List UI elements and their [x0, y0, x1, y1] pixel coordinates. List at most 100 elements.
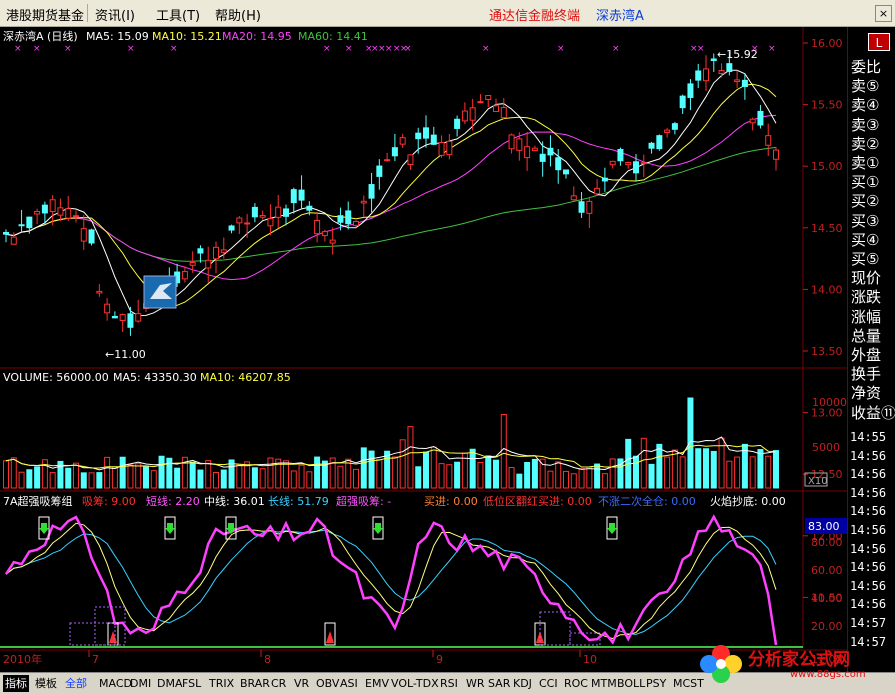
tab-dmi[interactable]: DMI	[128, 675, 153, 692]
volume-bar-down	[96, 472, 103, 489]
signal-x-mark: ×	[612, 44, 620, 54]
candle-up	[73, 215, 79, 218]
candle-up	[625, 162, 632, 166]
indicator-axis-tick: 80.00	[811, 536, 843, 549]
menu-info[interactable]: 资讯(I)	[95, 5, 135, 24]
volume-bar-down	[524, 461, 531, 489]
volume-bar-up	[734, 456, 741, 489]
signal-x-mark: ×	[345, 44, 353, 54]
tab-emv[interactable]: EMV	[363, 675, 391, 692]
date-tick-label: 9	[436, 653, 443, 666]
date-tick-label: 10	[583, 653, 597, 666]
volume-bar-up	[679, 456, 686, 489]
candle-up	[244, 222, 251, 225]
tab-trix[interactable]: TRIX	[207, 675, 236, 692]
candle-down	[741, 79, 748, 87]
volume-bar-up	[391, 456, 398, 489]
volume-bar-down	[143, 466, 149, 489]
candle-down	[578, 201, 585, 213]
volume-ma5-label: MA5: 43350.30	[113, 371, 197, 384]
indicator-axis-tick: 60.00	[811, 564, 843, 577]
volume-bar-up	[547, 470, 554, 489]
candle-down	[290, 189, 297, 204]
menu-hk-futures[interactable]: 港股期货基金	[6, 5, 84, 24]
volume-bar-down	[516, 473, 523, 489]
tab-kdj[interactable]: KDJ	[511, 675, 534, 692]
tab-指标[interactable]: 指标	[3, 675, 29, 692]
quote-row-label: 卖②	[851, 134, 880, 153]
menu-separator	[87, 4, 88, 22]
signal-x-mark: ×	[14, 44, 22, 54]
menu-tools[interactable]: 工具(T)	[156, 5, 200, 24]
tab-psy[interactable]: PSY	[644, 675, 668, 692]
volume-bar-down	[423, 451, 429, 489]
signal-x-mark: ×	[385, 44, 393, 54]
quote-row-label: 买①	[851, 173, 880, 192]
volume-bar-up	[446, 464, 453, 489]
volume-bar-up	[127, 464, 134, 489]
candle-down	[26, 216, 33, 229]
candle-up	[703, 68, 709, 82]
candle-down	[228, 225, 235, 231]
candle-down	[454, 118, 461, 129]
tab-asi[interactable]: ASI	[338, 675, 360, 692]
candle-up	[594, 187, 601, 195]
volume-bar-down	[633, 455, 639, 489]
quote-row-label: 现价	[851, 269, 882, 288]
tab-sar[interactable]: SAR	[486, 675, 512, 692]
candle-down	[679, 95, 686, 109]
volume-bar-down	[384, 450, 391, 489]
tab-wr[interactable]: WR	[464, 675, 487, 692]
indicator-name: 7A超强吸筹组	[3, 494, 73, 508]
volume-bar-down	[773, 450, 779, 489]
tick-time: 14:56	[850, 578, 887, 593]
volume-bar-down	[656, 443, 663, 489]
candle-up	[80, 228, 87, 242]
quote-row-label: 涨跌	[851, 288, 882, 307]
candle-down	[127, 313, 134, 328]
candle-up	[384, 159, 391, 162]
chart-area[interactable]: ←15.92←11.00× × × × × × × ×× × × × ×× × × × × × × × 深赤湾A (…	[0, 27, 847, 672]
tab-boll[interactable]: BOLL	[615, 675, 647, 692]
tab-vol-tdx[interactable]: VOL-TDX	[389, 675, 441, 692]
volume-bar-up	[104, 456, 111, 489]
tick-time: 14:57	[850, 616, 887, 630]
volume-bar-down	[415, 466, 422, 489]
tab-模板[interactable]: 模板	[33, 675, 59, 692]
signal-x-mark: ×	[323, 44, 331, 54]
tab-roc[interactable]: ROC	[562, 675, 590, 692]
app-title: 通达信金融终端	[489, 9, 581, 24]
candle-down	[563, 169, 569, 175]
volume-bar-up	[306, 471, 313, 489]
candle-up	[407, 154, 414, 165]
candle-up	[96, 290, 103, 294]
volume-bar-up	[555, 461, 562, 489]
l-badge[interactable]: L	[868, 33, 890, 51]
volume-bar-down	[26, 469, 33, 489]
watermark-url: www.88gs.com	[790, 669, 866, 680]
tab-cr[interactable]: CR	[269, 675, 288, 692]
tab-vr[interactable]: VR	[292, 675, 311, 692]
candle-down	[88, 229, 95, 244]
close-button[interactable]: ×	[875, 5, 892, 22]
tab-rsi[interactable]: RSI	[438, 675, 460, 692]
candle-up	[570, 195, 577, 201]
volume-bar-down	[469, 448, 476, 489]
tab-fsl[interactable]: FSL	[180, 675, 203, 692]
signal-x-mark: ×	[557, 44, 565, 54]
volume-bar-down	[687, 397, 694, 489]
candle-up	[765, 135, 772, 146]
volume-bar-up	[353, 468, 359, 489]
volume-bar-up	[438, 463, 445, 489]
tick-time: 14:56	[850, 467, 887, 482]
volume-bar-down	[454, 461, 461, 489]
trading-robot-icon[interactable]	[143, 275, 177, 309]
volume-bar-up	[563, 470, 569, 489]
tab-brar[interactable]: BRAR	[238, 675, 272, 692]
menu-help[interactable]: 帮助(H)	[215, 5, 261, 24]
tab-全部[interactable]: 全部	[63, 675, 89, 692]
candle-down	[41, 204, 48, 214]
candle-up	[329, 239, 336, 244]
tab-cci[interactable]: CCI	[537, 675, 560, 692]
candle-up	[664, 129, 671, 133]
